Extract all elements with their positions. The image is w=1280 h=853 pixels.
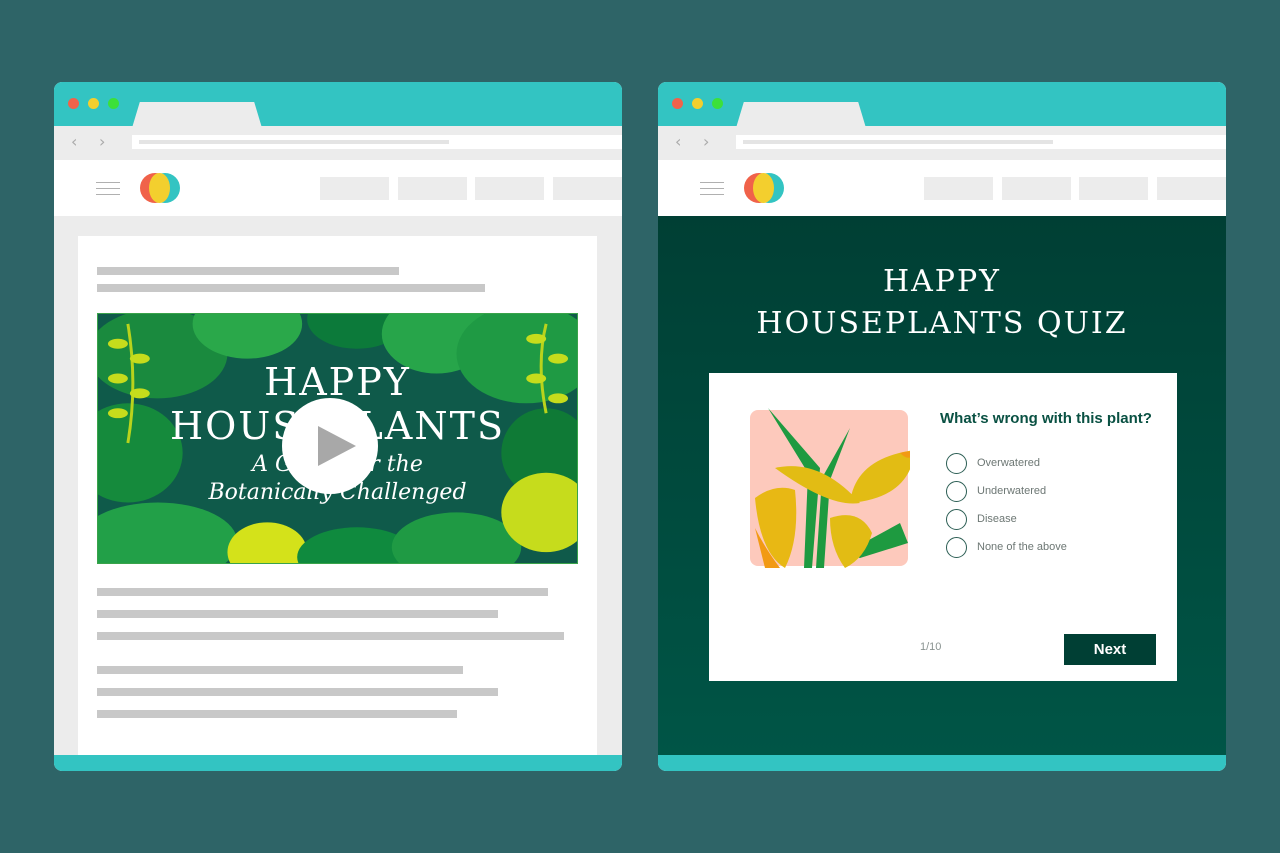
radio-button[interactable] [946,452,967,474]
browser-window-quiz: ‹ › HAPPY HOUSEPLANTS QUIZ What’s wrong … [658,82,1226,771]
quiz-title-line2: HOUSEPLANTS QUIZ [756,306,1128,341]
site-header [54,160,622,216]
option-label: Underwatered [977,485,1047,497]
radio-button[interactable] [946,480,967,502]
play-icon [318,426,356,466]
site-logo[interactable] [140,173,182,203]
text-placeholder-line [97,284,485,292]
next-button[interactable]: Next [1064,634,1156,665]
browser-tab[interactable] [132,102,262,128]
forward-arrow-icon[interactable]: › [703,133,709,151]
close-window-button[interactable] [68,98,79,109]
quiz-section: HAPPY HOUSEPLANTS QUIZ What’s wrong with… [658,216,1226,755]
quiz-option[interactable]: Overwatered [946,452,1040,474]
play-button[interactable] [282,398,378,494]
quiz-title-line1: HAPPY [882,264,1001,299]
quiz-option[interactable]: Underwatered [946,480,1046,502]
quiz-question: What’s wrong with this plant? [940,410,1152,427]
nav-item-1[interactable] [320,177,389,200]
site-logo[interactable] [744,173,786,203]
url-placeholder-bar [743,140,1053,144]
quiz-option[interactable]: Disease [946,508,1017,530]
back-arrow-icon[interactable]: ‹ [71,133,77,151]
title-bar [54,82,622,128]
nav-item-4[interactable] [553,177,622,200]
url-input[interactable] [132,135,622,149]
address-bar: ‹ › [658,126,1226,160]
maximize-window-button[interactable] [108,98,119,109]
radio-button[interactable] [946,508,967,530]
close-window-button[interactable] [672,98,683,109]
text-placeholder-line [97,610,498,618]
article-content: HAPPY HOUSEPLANTS A Guide for the Botani… [78,236,597,755]
minimize-window-button[interactable] [88,98,99,109]
minimize-window-button[interactable] [692,98,703,109]
text-placeholder-line [97,632,564,640]
quiz-card: What’s wrong with this plant? Overwatere… [709,373,1177,681]
quiz-progress: 1/10 [920,641,942,653]
address-bar: ‹ › [54,126,622,160]
text-placeholder-line [97,267,399,275]
bottom-bar [54,755,622,771]
nav-item-2[interactable] [398,177,467,200]
text-placeholder-line [97,710,457,718]
nav-item-2[interactable] [1002,177,1071,200]
text-placeholder-line [97,666,463,674]
nav-item-3[interactable] [475,177,544,200]
back-arrow-icon[interactable]: ‹ [675,133,681,151]
video-title-line1: HAPPY [264,360,411,404]
quiz-option[interactable]: None of the above [946,536,1067,558]
nav-item-3[interactable] [1079,177,1148,200]
browser-window-article: ‹ › HAPPY A the Botanically Challenged [54,82,622,771]
radio-button[interactable] [946,536,967,558]
title-bar [658,82,1226,128]
site-header [658,160,1226,216]
bottom-bar [658,755,1226,771]
hamburger-menu-icon[interactable] [96,182,120,195]
url-placeholder-bar [139,140,449,144]
plant-illustration [750,408,910,568]
text-placeholder-line [97,588,548,596]
browser-tab[interactable] [736,102,866,128]
url-input[interactable] [736,135,1226,149]
forward-arrow-icon[interactable]: › [99,133,105,151]
hamburger-menu-icon[interactable] [700,182,724,195]
nav-item-1[interactable] [924,177,993,200]
nav-item-4[interactable] [1157,177,1226,200]
text-placeholder-line [97,688,498,696]
option-label: Overwatered [977,457,1040,469]
option-label: Disease [977,513,1017,525]
option-label: None of the above [977,541,1067,553]
maximize-window-button[interactable] [712,98,723,109]
video-player[interactable]: HAPPY HOUSEPLANTS A Guide for the Botani… [97,313,578,564]
